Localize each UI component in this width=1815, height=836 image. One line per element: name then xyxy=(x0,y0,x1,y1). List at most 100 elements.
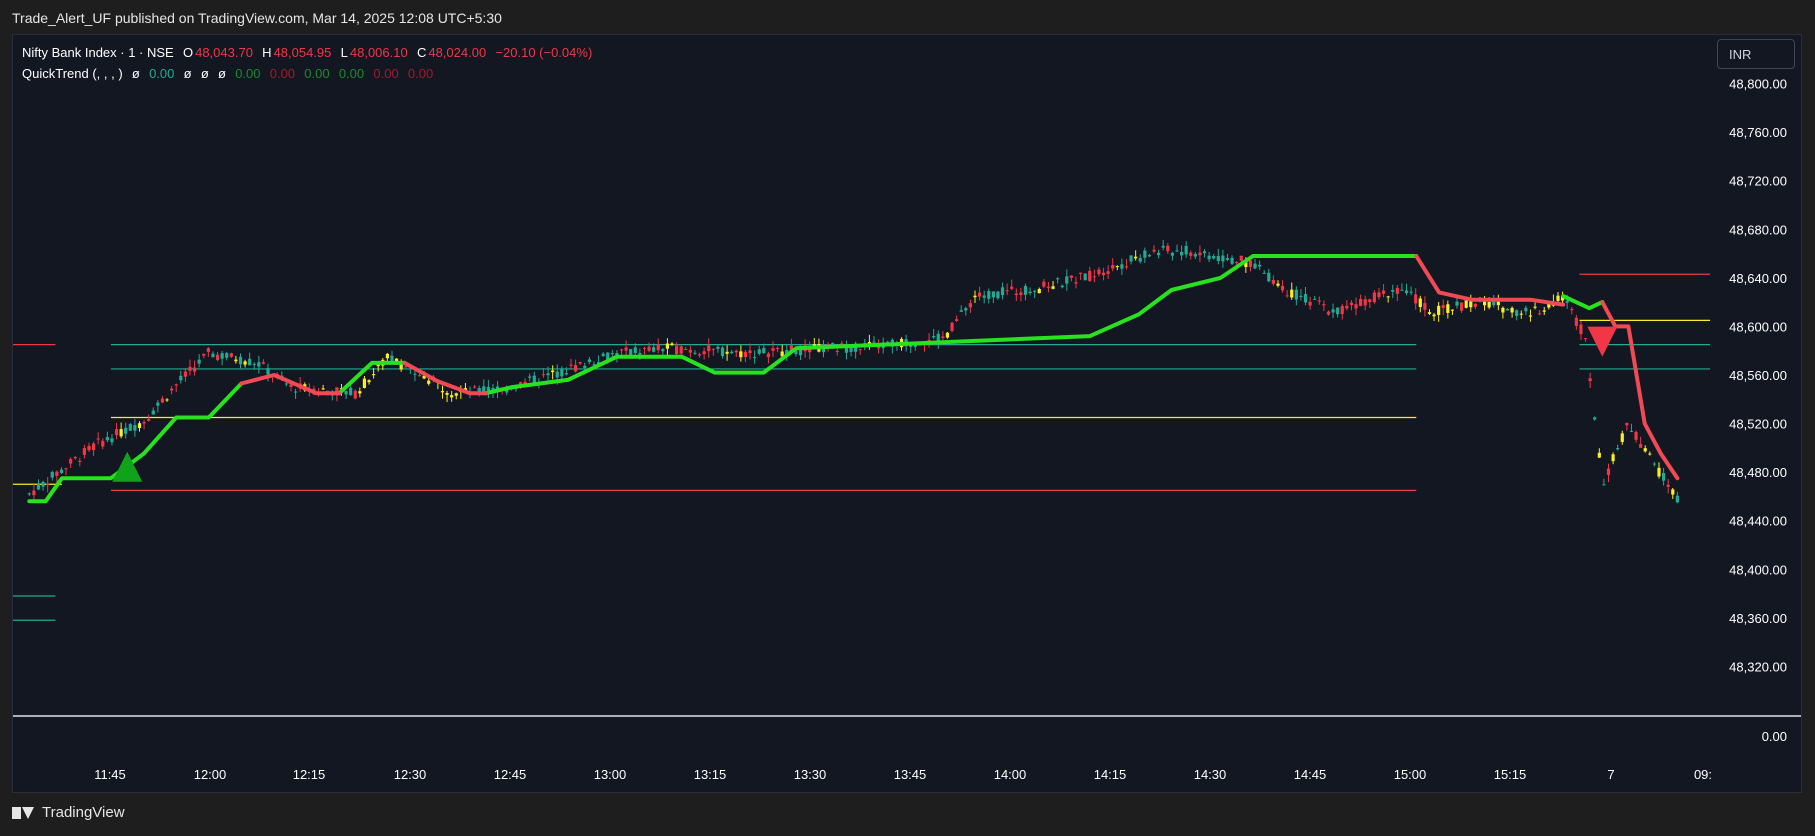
candle-body xyxy=(1198,252,1202,256)
candle-body xyxy=(950,322,954,331)
low-value: 48,006.10 xyxy=(349,45,408,60)
candle-body xyxy=(1460,302,1464,311)
candle-body xyxy=(578,361,582,364)
x-axis-tick-label: 13:30 xyxy=(794,767,827,782)
indicator-legend: QuickTrend (, , , ) ø 0.00 ø ø ø 0.00 0.… xyxy=(22,66,435,81)
candle-body xyxy=(197,359,201,364)
candle-body xyxy=(1657,467,1661,477)
candle-body xyxy=(293,391,298,393)
candle-body xyxy=(160,398,165,403)
candle-body xyxy=(1010,286,1014,289)
candle-body xyxy=(284,383,288,385)
candle-body xyxy=(27,493,31,495)
candle-body xyxy=(1496,301,1500,306)
candle-body xyxy=(1138,258,1142,262)
candle-body xyxy=(1175,250,1179,252)
candle-body xyxy=(743,351,748,357)
candle-body xyxy=(996,291,1000,299)
candle-body xyxy=(670,343,674,346)
candle-body xyxy=(560,368,564,377)
candle-body xyxy=(64,468,68,470)
candle-body xyxy=(1372,292,1376,303)
currency-button[interactable]: INR xyxy=(1717,39,1795,69)
candle-body xyxy=(587,359,591,363)
candle-body xyxy=(1634,431,1638,440)
candle-body xyxy=(220,353,224,359)
ind-value: ø xyxy=(131,66,140,81)
candle-body xyxy=(675,345,679,355)
x-axis-tick-label: 13:45 xyxy=(894,767,927,782)
candle-body xyxy=(1120,264,1124,269)
close-value: 48,024.00 xyxy=(428,45,487,60)
candle-body xyxy=(1276,283,1280,286)
candle-body xyxy=(1056,278,1060,280)
candle-body xyxy=(1216,255,1220,261)
candle-body xyxy=(1400,289,1404,291)
candle-body xyxy=(1473,303,1477,307)
candle-body xyxy=(124,427,128,434)
candle-body xyxy=(1037,289,1041,294)
candle-body xyxy=(1152,249,1156,252)
ind-value: 0.00 xyxy=(373,66,399,81)
low-label: L xyxy=(340,45,348,60)
candle-body xyxy=(711,348,715,350)
candle-body xyxy=(739,351,743,358)
tradingview-logo-icon xyxy=(12,806,36,820)
candle-body xyxy=(583,365,587,368)
price-chart[interactable]: 48,800.00 48,760.00 48,720.00 48,680.00 48,6… xyxy=(0,0,1815,836)
candle-body xyxy=(1354,304,1358,309)
candle-body xyxy=(1363,299,1367,306)
candle-body xyxy=(41,481,45,487)
candle-body xyxy=(1409,291,1413,293)
candle-body xyxy=(546,373,550,376)
candle-body xyxy=(551,370,555,373)
candle-body xyxy=(1501,307,1505,313)
candle-body xyxy=(1661,473,1666,481)
x-axis-tick-label: 12:30 xyxy=(394,767,427,782)
candle-body xyxy=(1179,252,1184,256)
candle-body xyxy=(46,483,50,486)
y-axis-tick-label: 48,480.00 xyxy=(1729,465,1787,480)
candle-body xyxy=(142,422,146,424)
candle-body xyxy=(1574,317,1578,326)
candle-body xyxy=(1078,272,1083,274)
candle-body xyxy=(835,350,839,352)
candle-body xyxy=(257,362,261,367)
candle-body xyxy=(1349,302,1354,305)
candle-body xyxy=(1583,338,1588,340)
y-axis-tick-label: 48,360.00 xyxy=(1729,611,1787,626)
candle-body xyxy=(114,429,119,436)
candle-body xyxy=(665,343,670,349)
candle-body xyxy=(1166,245,1170,252)
x-axis-tick-label: 7 xyxy=(1607,767,1614,782)
ind-value: 0.00 xyxy=(269,66,296,81)
candle-body xyxy=(1294,289,1298,300)
candle-body xyxy=(762,347,766,353)
candle-body xyxy=(183,371,187,377)
candle-body xyxy=(174,384,178,386)
candle-body xyxy=(1161,245,1165,248)
candle-body xyxy=(1235,262,1239,264)
candle-body xyxy=(404,366,408,368)
candle-body xyxy=(1088,270,1092,281)
y-axis-tick-label: 48,680.00 xyxy=(1729,222,1787,237)
candle-body xyxy=(1028,291,1032,293)
candle-body xyxy=(858,348,862,350)
candle-body xyxy=(1423,303,1427,310)
candle-body xyxy=(569,364,573,366)
candle-body xyxy=(128,424,132,431)
candle-body xyxy=(661,349,665,352)
y-axis-tick-label: 48,720.00 xyxy=(1729,174,1787,189)
candle-body xyxy=(1230,257,1234,264)
candle-body xyxy=(78,460,82,462)
candle-body xyxy=(707,345,711,352)
candle-body xyxy=(1143,250,1147,258)
footer-branding[interactable]: TradingView xyxy=(12,804,125,821)
candle-body xyxy=(1069,275,1073,278)
candle-body xyxy=(1331,309,1335,313)
candle-body xyxy=(1336,307,1340,315)
candle-body xyxy=(1267,272,1271,282)
candle-body xyxy=(638,353,642,355)
candle-body xyxy=(1666,484,1670,487)
candle-body xyxy=(1313,298,1317,300)
